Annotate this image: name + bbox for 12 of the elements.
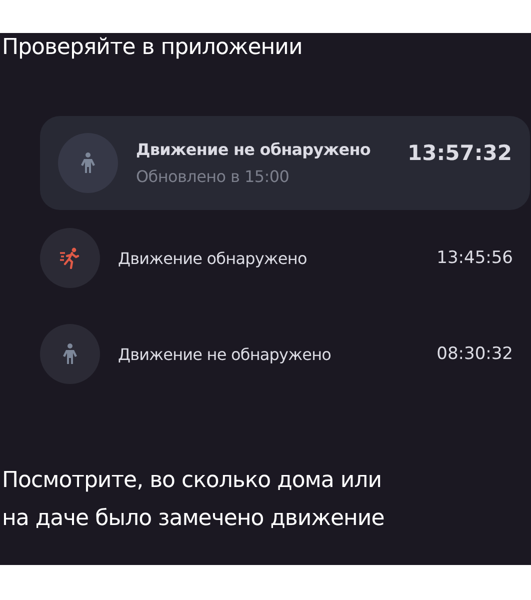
event-time: 08:30:32 (436, 344, 513, 364)
caption: Посмотрите, во сколько дома или на даче было замечено движение (1, 467, 386, 533)
update-time: Обновлено в 15:00 (136, 167, 290, 186)
event-card[interactable]: Движение не обнаружено Обновлено в 15:00 13:57:32 (40, 116, 530, 210)
event-status: Движение обнаружено (118, 248, 308, 268)
event-time: 13:57:32 (408, 141, 512, 165)
event-time: 13:45:56 (436, 248, 513, 268)
event-row[interactable]: Движение не обнаружено 08:30:32 (40, 306, 531, 402)
event-status: Движение не обнаружено (118, 344, 332, 364)
event-row[interactable]: Движение обнаружено 13:45:56 (40, 210, 531, 306)
heading: Проверяйте в приложении (1, 34, 304, 60)
event-status: Движение не обнаружено (136, 140, 372, 159)
